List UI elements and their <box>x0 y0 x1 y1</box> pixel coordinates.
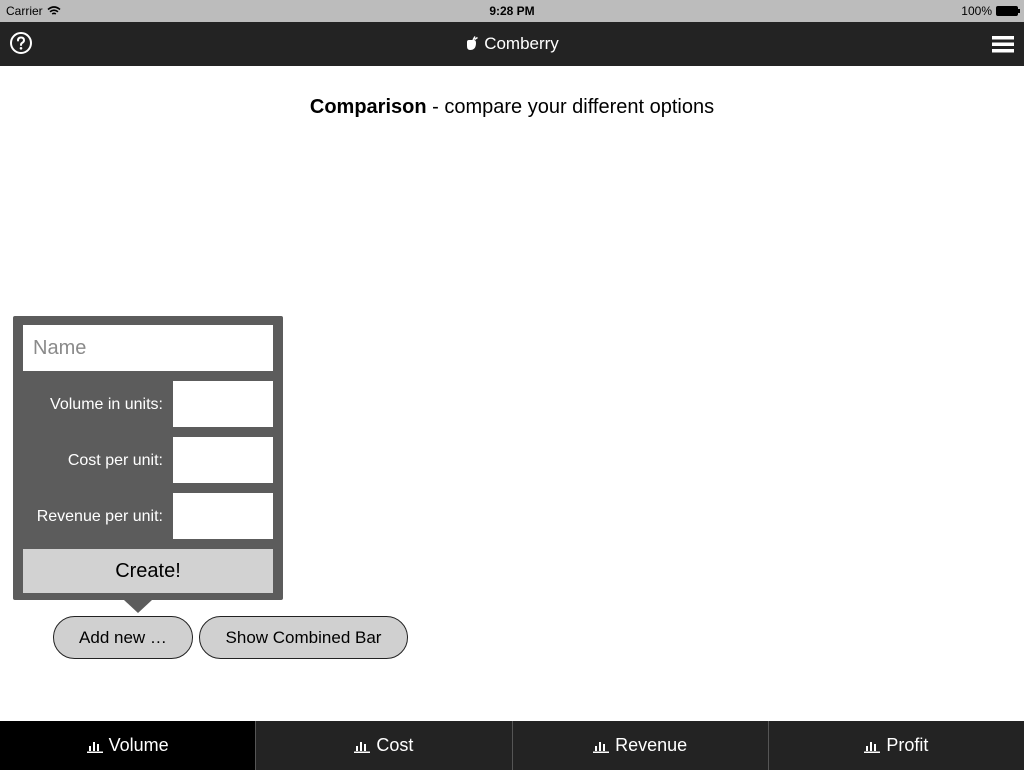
add-new-button[interactable]: Add new … <box>53 616 193 659</box>
revenue-label: Revenue per unit: <box>36 508 163 525</box>
revenue-field-row: Revenue per unit: <box>13 493 283 539</box>
app-title-text: Comberry <box>484 34 559 53</box>
page-heading: Comparison - compare your different opti… <box>0 96 1024 119</box>
show-combined-bar-button[interactable]: Show Combined Bar <box>199 616 408 659</box>
battery-info: 100% <box>961 4 1020 18</box>
cost-label: Cost per unit: <box>67 452 163 469</box>
hamburger-menu-icon[interactable] <box>992 34 1014 54</box>
bar-chart-icon <box>864 741 881 753</box>
cost-input[interactable] <box>173 437 273 483</box>
tab-bar: Volume Cost Revenue Profit <box>0 721 1024 770</box>
volume-input[interactable] <box>173 381 273 427</box>
volume-field-row: Volume in units: <box>13 381 283 427</box>
tab-revenue-label: Revenue <box>615 735 688 755</box>
bar-chart-icon <box>593 741 610 753</box>
tab-revenue[interactable]: Revenue <box>511 721 768 770</box>
cost-field-row: Cost per unit: <box>13 437 283 483</box>
battery-icon <box>996 6 1020 16</box>
status-bar: Carrier 9:28 PM 100% <box>0 0 1024 22</box>
battery-percent: 100% <box>961 4 992 18</box>
tab-volume[interactable]: Volume <box>0 721 256 770</box>
create-button[interactable]: Create! <box>23 549 273 593</box>
tab-volume-label: Volume <box>108 735 169 755</box>
popover-arrow <box>124 600 152 613</box>
berry-icon <box>467 36 479 50</box>
page-heading-rest: - compare your different options <box>426 96 715 118</box>
bar-chart-icon <box>354 741 371 753</box>
revenue-input[interactable] <box>173 493 273 539</box>
tab-profit[interactable]: Profit <box>767 721 1024 770</box>
bar-chart-icon <box>86 741 103 753</box>
tab-cost-label: Cost <box>376 735 414 755</box>
add-option-popover: Volume in units: Cost per unit: Revenue … <box>13 316 283 613</box>
app-title: Comberry <box>0 34 1024 54</box>
tab-profit-label: Profit <box>886 735 929 755</box>
clock: 9:28 PM <box>489 4 535 18</box>
tab-cost[interactable]: Cost <box>255 721 511 770</box>
name-input[interactable] <box>23 325 273 371</box>
nav-bar: Comberry <box>0 22 1024 66</box>
volume-label: Volume in units: <box>50 396 163 413</box>
page-heading-bold: Comparison <box>309 96 427 118</box>
